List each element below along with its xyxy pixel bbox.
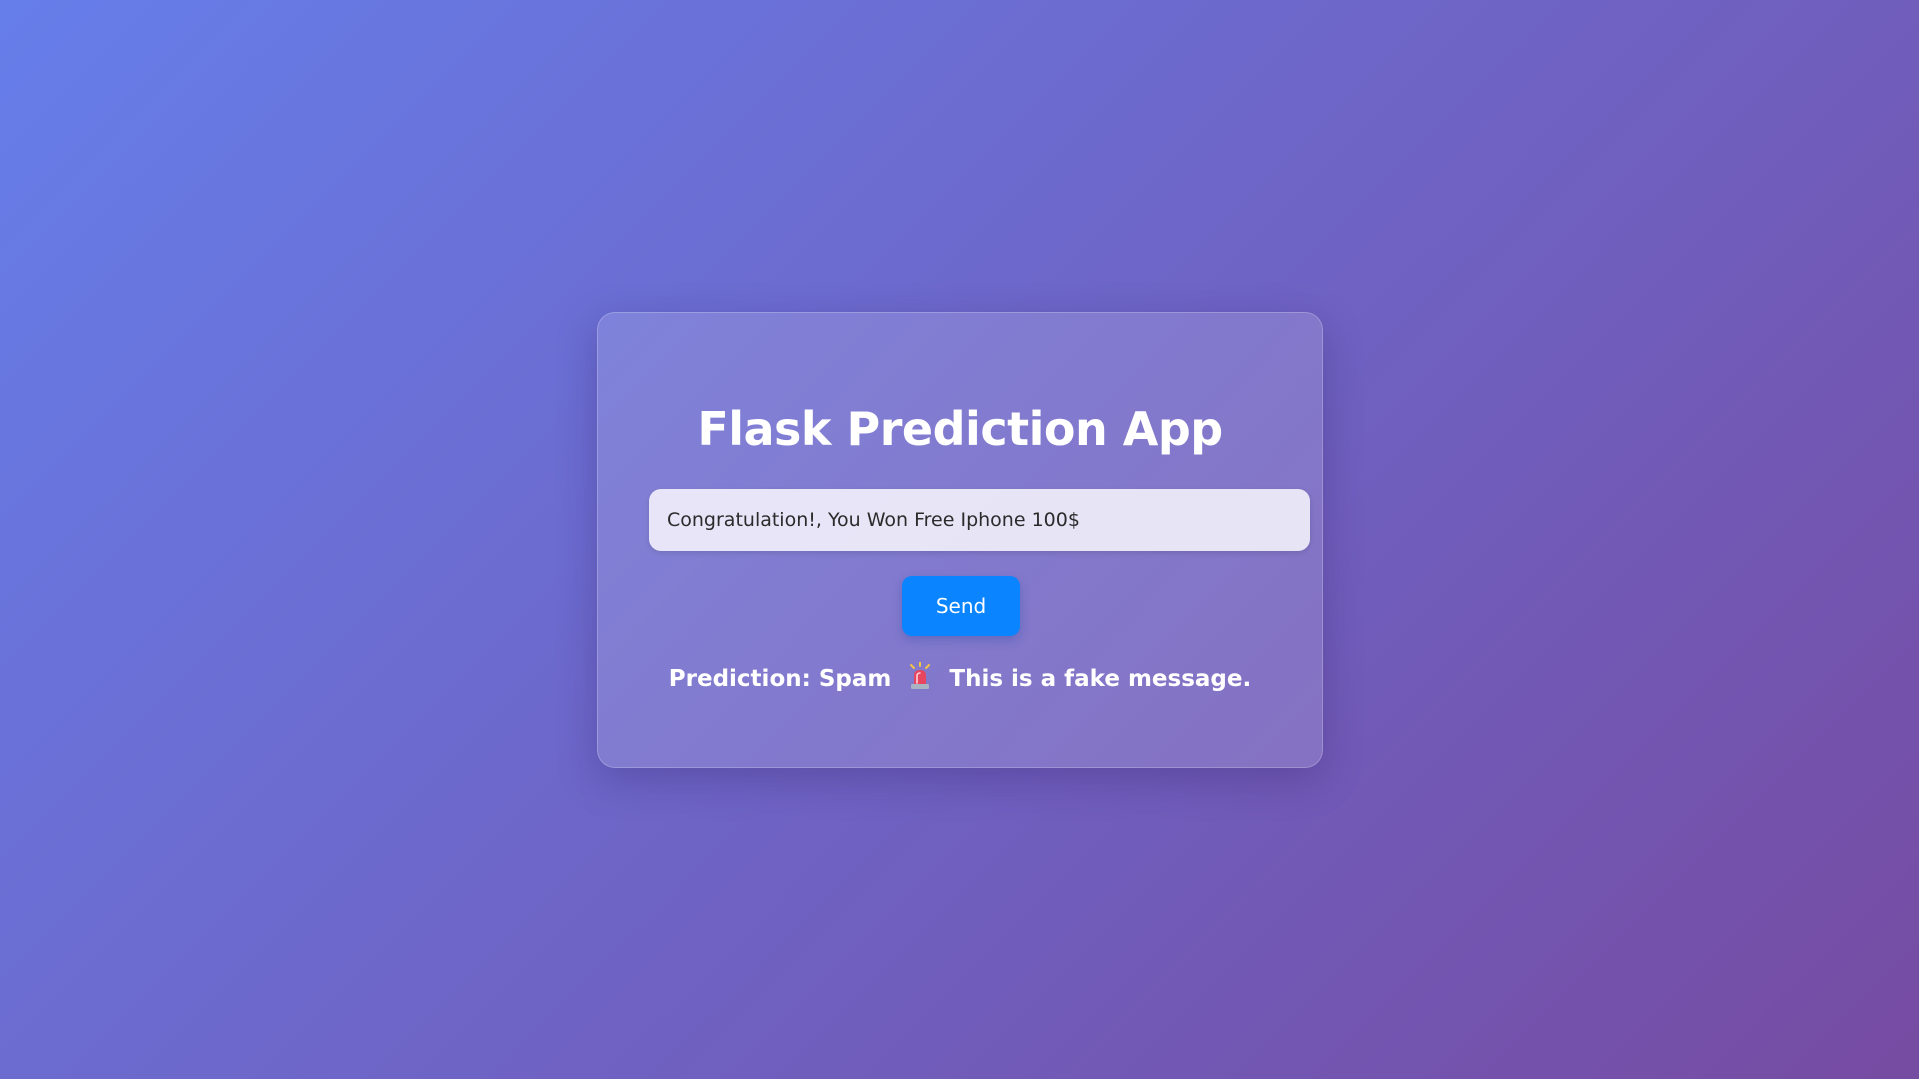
page-title: Flask Prediction App: [697, 402, 1223, 456]
prediction-message: This is a fake message.: [949, 666, 1252, 692]
prediction-label: Prediction: Spam: [668, 666, 892, 692]
prediction-result: Prediction: Spam This is a fake message.: [598, 661, 1322, 695]
send-button[interactable]: Send: [902, 576, 1020, 636]
siren-icon: [907, 661, 933, 690]
message-input[interactable]: [649, 489, 1310, 551]
prediction-card: Flask Prediction App Send Prediction: Sp…: [597, 312, 1323, 768]
page-background: { "app": { "title": "Flask Prediction Ap…: [0, 0, 1919, 1079]
